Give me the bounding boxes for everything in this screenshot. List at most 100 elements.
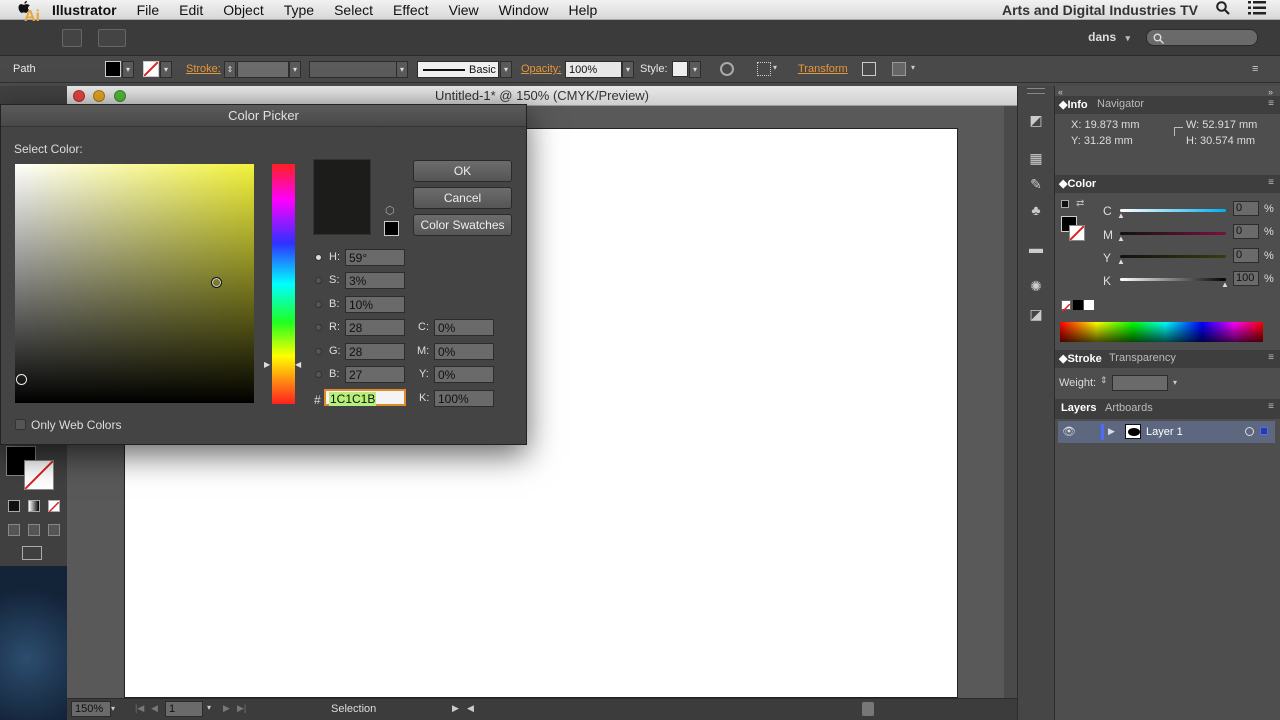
stroke-swatch[interactable]: [143, 61, 159, 77]
value-k[interactable]: 100: [1233, 271, 1259, 286]
menu-file[interactable]: File: [137, 2, 160, 18]
cancel-button[interactable]: Cancel: [413, 187, 512, 209]
tab-navigator[interactable]: Navigator: [1097, 98, 1144, 110]
tab-artboards[interactable]: Artboards: [1105, 402, 1153, 414]
none-mode-icon[interactable]: [48, 500, 60, 513]
artboard-dropdown-icon[interactable]: ▾: [207, 703, 211, 712]
visibility-eye-icon[interactable]: 👁: [1062, 425, 1076, 438]
notification-list-icon[interactable]: [1248, 1, 1266, 18]
slider-thumb-y[interactable]: ▲: [1117, 257, 1125, 266]
color-panel-menu-icon[interactable]: ≡: [1268, 177, 1274, 188]
g-radio[interactable]: [315, 348, 322, 355]
none-color-swatch[interactable]: [1061, 300, 1071, 313]
c-field[interactable]: 0%: [434, 319, 494, 336]
info-panel-menu-icon[interactable]: ≡: [1268, 98, 1274, 109]
hue-slider-bar[interactable]: [272, 164, 295, 404]
variable-width-field[interactable]: [309, 61, 397, 78]
color-mode-icon[interactable]: [8, 500, 20, 512]
stroke-panel-menu-icon[interactable]: ≡: [1268, 352, 1274, 363]
slider-track-m[interactable]: [1120, 232, 1226, 235]
s-field[interactable]: 3%: [345, 272, 405, 289]
menu-app-name[interactable]: Illustrator: [52, 2, 117, 18]
blue-field[interactable]: 27: [345, 366, 405, 383]
y-field[interactable]: 0%: [434, 366, 494, 383]
m-field[interactable]: 0%: [434, 343, 494, 360]
slider-track-y[interactable]: [1120, 255, 1226, 258]
last-artboard-icon[interactable]: ▶|: [237, 703, 246, 714]
menu-effect[interactable]: Effect: [393, 2, 429, 18]
transform-link[interactable]: Transform: [798, 63, 848, 75]
scroll-left-icon[interactable]: ◀: [467, 703, 474, 714]
blue-radio[interactable]: [315, 371, 322, 378]
help-search-input[interactable]: [1146, 29, 1258, 46]
menu-type[interactable]: Type: [284, 2, 314, 18]
field-target-circle[interactable]: [211, 277, 222, 288]
fill-dropdown-icon[interactable]: ▾: [122, 61, 134, 78]
stroke-dropdown-icon[interactable]: ▾: [160, 61, 172, 78]
brush-definition-field[interactable]: Basic: [417, 61, 499, 78]
layers-panel-menu-icon[interactable]: ≡: [1268, 401, 1274, 412]
hex-field[interactable]: 1C1C1B: [324, 389, 406, 406]
menu-object[interactable]: Object: [223, 2, 263, 18]
slider-thumb-k[interactable]: ▲: [1221, 280, 1229, 289]
layer-row[interactable]: 👁 ▶ Layer 1: [1058, 421, 1275, 443]
color-spectrum-bar[interactable]: [1060, 322, 1263, 342]
zoom-window-button[interactable]: [114, 90, 126, 102]
close-window-button[interactable]: [73, 90, 85, 102]
black-swatch[interactable]: [1073, 300, 1083, 310]
tab-color[interactable]: ◆Color: [1059, 177, 1096, 190]
hue-slider-left-arrow[interactable]: ▶: [264, 360, 270, 369]
spotlight-search-icon[interactable]: [1216, 1, 1230, 18]
isolate-object-icon[interactable]: [862, 62, 876, 76]
tab-layers[interactable]: Layers: [1061, 402, 1096, 414]
swap-colors-icon[interactable]: ⇄: [1076, 198, 1084, 209]
weight-field[interactable]: [1112, 375, 1168, 391]
stroke-label[interactable]: Stroke:: [186, 63, 221, 75]
minimize-window-button[interactable]: [93, 90, 105, 102]
graphic-style-dropdown[interactable]: ▾: [689, 61, 701, 78]
bridge-icon[interactable]: [62, 29, 82, 47]
tab-transparency[interactable]: Transparency: [1109, 352, 1176, 364]
value-y[interactable]: 0: [1233, 248, 1259, 263]
slider-track-k[interactable]: [1120, 278, 1226, 281]
only-web-colors-checkbox[interactable]: [15, 419, 26, 430]
status-menu-icon[interactable]: ▶: [452, 703, 459, 714]
flip-dropdown-icon[interactable]: ▾: [911, 63, 915, 72]
weight-dropdown-icon[interactable]: ▾: [1169, 375, 1181, 391]
slider-track-c[interactable]: [1120, 209, 1226, 212]
brushes-icon[interactable]: ✎: [1027, 176, 1045, 192]
slider-thumb-c[interactable]: ▲: [1117, 211, 1125, 220]
menu-select[interactable]: Select: [334, 2, 373, 18]
user-menu[interactable]: dans ▾: [1088, 30, 1130, 44]
recolor-artwork-icon[interactable]: [720, 62, 734, 76]
default-colors-icon[interactable]: [1061, 200, 1069, 208]
menu-window[interactable]: Window: [499, 2, 549, 18]
opacity-label[interactable]: Opacity:: [521, 63, 561, 75]
h-radio[interactable]: [315, 254, 322, 261]
ok-button[interactable]: OK: [413, 160, 512, 182]
layer-selection-indicator[interactable]: [1260, 427, 1268, 435]
symbols-icon[interactable]: ♣: [1027, 202, 1045, 218]
menu-view[interactable]: View: [449, 2, 479, 18]
opacity-field[interactable]: 100%: [565, 61, 622, 78]
draw-behind-icon[interactable]: [28, 524, 40, 536]
tab-info[interactable]: ◆Info: [1059, 98, 1088, 111]
drawing-modes-icon[interactable]: [8, 524, 60, 536]
tab-stroke[interactable]: ◆Stroke: [1059, 352, 1102, 365]
stroke-weight-stepper[interactable]: ⇕: [224, 61, 236, 78]
draw-normal-icon[interactable]: [8, 524, 20, 536]
k-field[interactable]: 100%: [434, 390, 494, 407]
panel-stroke-swatch[interactable]: [1069, 225, 1085, 241]
strip-grip-icon[interactable]: [1027, 88, 1045, 94]
r-field[interactable]: 28: [345, 319, 405, 336]
first-artboard-icon[interactable]: |◀: [135, 703, 144, 714]
graphic-styles-icon[interactable]: ◪: [1027, 306, 1045, 322]
menu-edit[interactable]: Edit: [179, 2, 203, 18]
expand-layer-icon[interactable]: ▶: [1108, 426, 1115, 437]
weight-stepper[interactable]: ⇕: [1100, 375, 1110, 391]
next-artboard-icon[interactable]: ▶: [223, 703, 230, 714]
flip-icon[interactable]: [892, 62, 906, 76]
hue-slider-right-arrow[interactable]: ◀: [295, 360, 301, 369]
fill-swatch[interactable]: [105, 61, 121, 77]
zoom-level-field[interactable]: 150%: [71, 701, 111, 717]
